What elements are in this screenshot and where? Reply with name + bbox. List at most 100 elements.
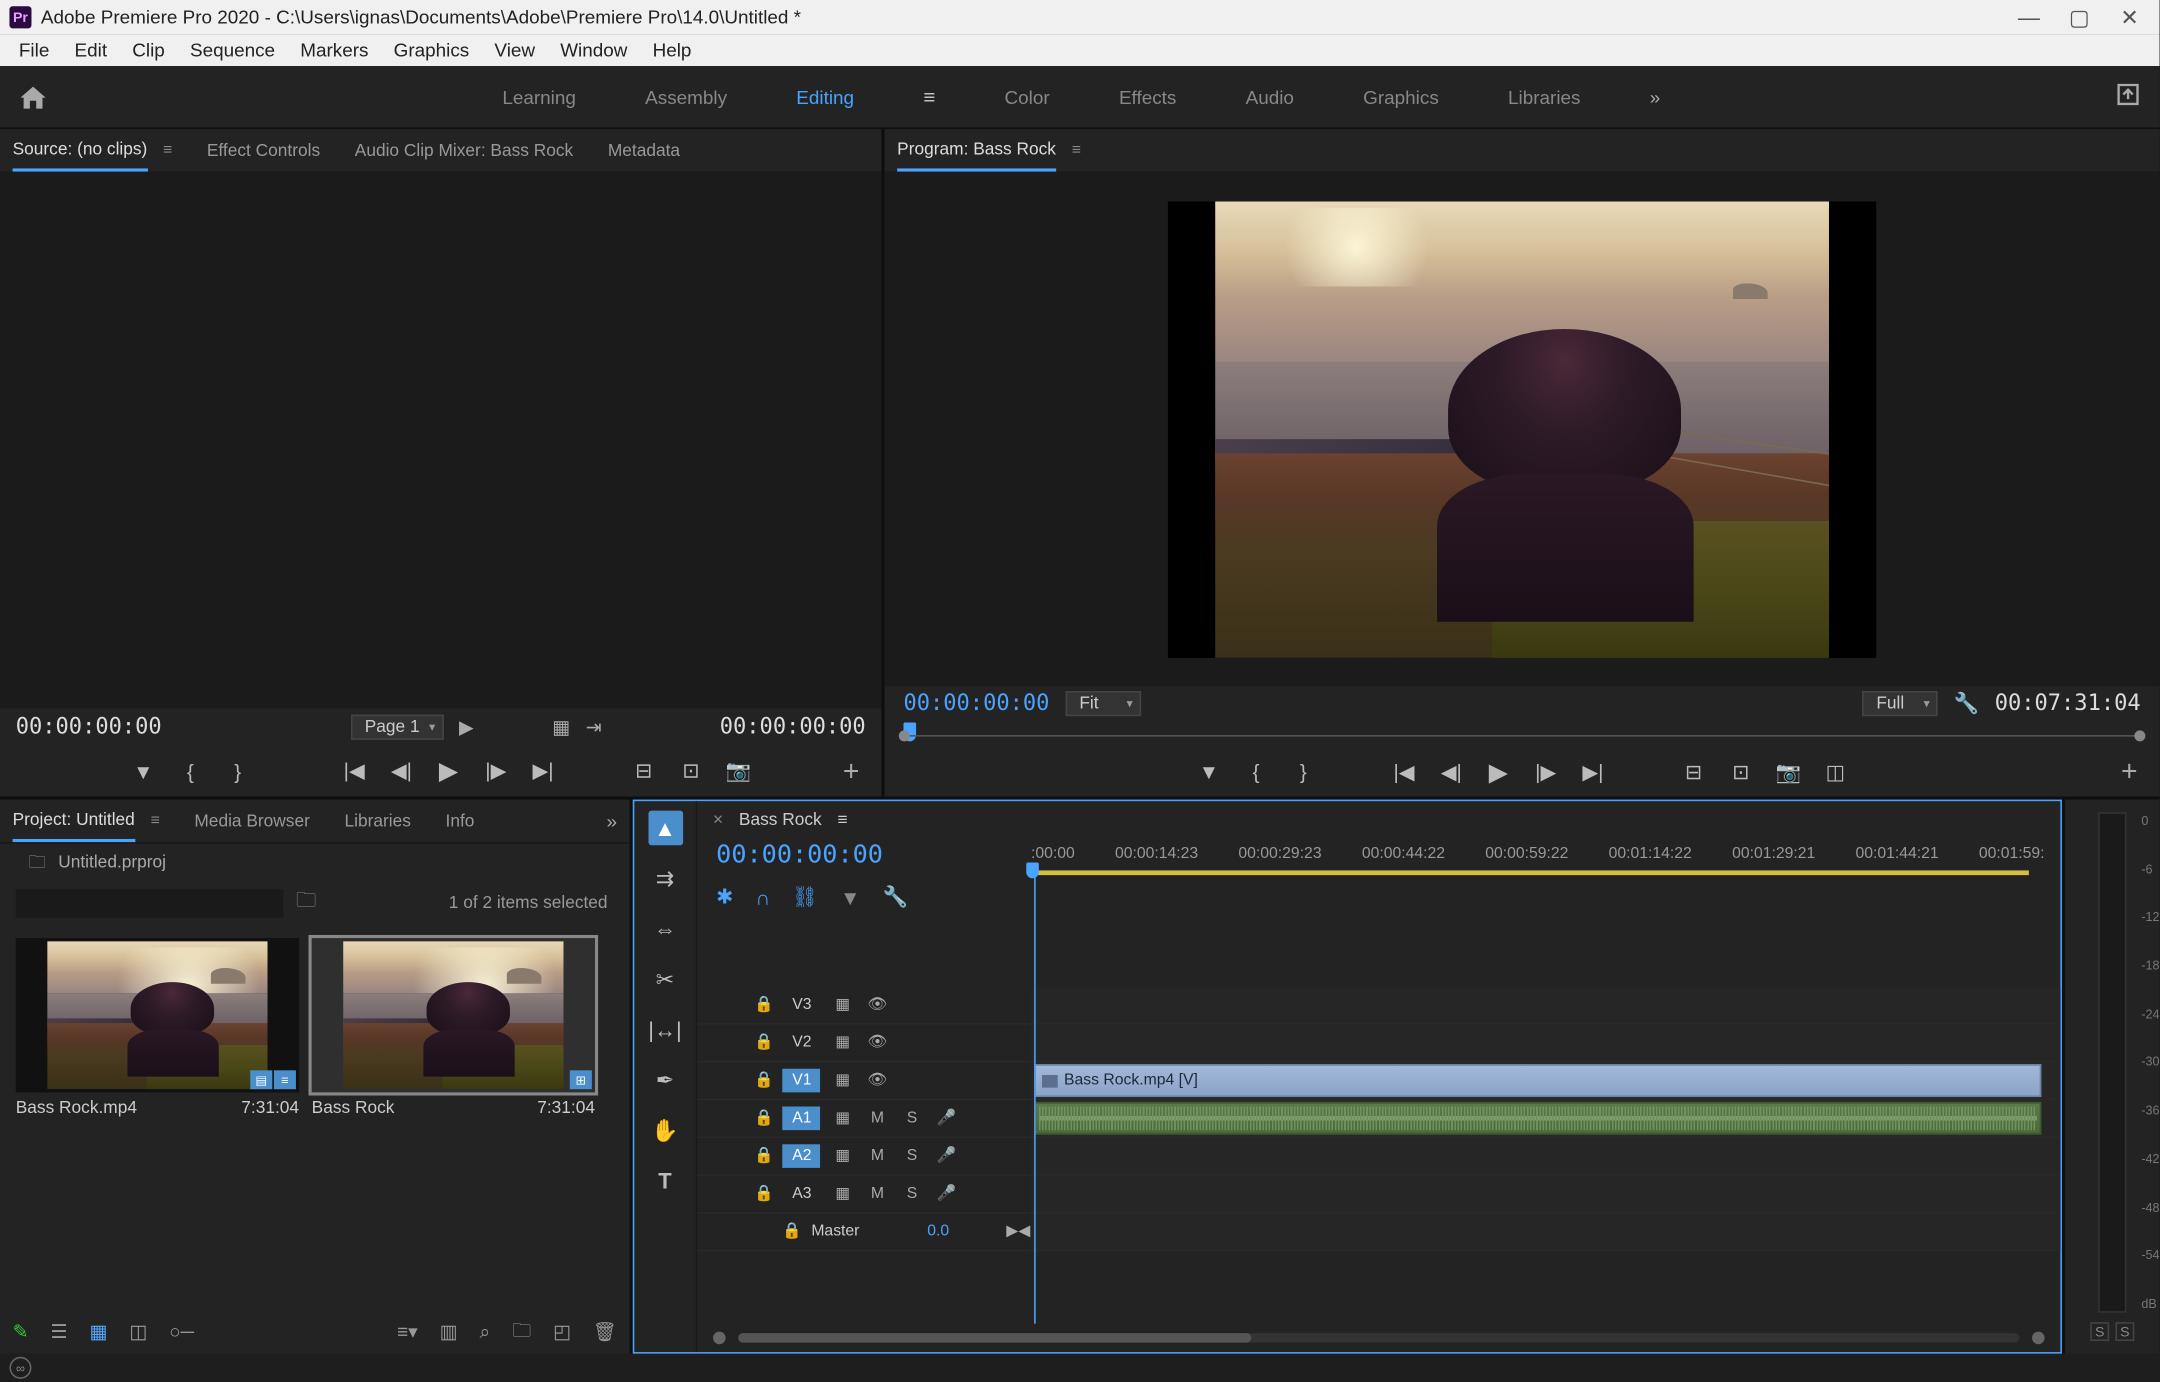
- button-editor-icon[interactable]: +: [843, 755, 860, 788]
- source-ripple-icon[interactable]: ⇥: [586, 716, 602, 738]
- workspace-graphics[interactable]: Graphics: [1363, 86, 1439, 108]
- mute-icon[interactable]: M: [865, 1147, 890, 1164]
- voiceover-icon[interactable]: 🎤: [934, 1110, 959, 1127]
- new-bin-footer-icon[interactable]: 🗀: [512, 1315, 531, 1348]
- solo-icon[interactable]: S: [899, 1110, 924, 1127]
- solo-icon[interactable]: S: [899, 1185, 924, 1202]
- menu-sequence[interactable]: Sequence: [177, 39, 287, 61]
- selection-tool-icon[interactable]: ▲: [648, 811, 683, 846]
- timeline-timecode[interactable]: 00:00:00:00: [716, 839, 1031, 869]
- work-area-bar[interactable]: [1034, 870, 2029, 875]
- workspace-effects[interactable]: Effects: [1119, 86, 1176, 108]
- mute-icon[interactable]: M: [865, 1185, 890, 1202]
- eye-icon[interactable]: 👁: [865, 996, 890, 1013]
- solo-right-button[interactable]: S: [2115, 1322, 2134, 1341]
- project-search-input[interactable]: [16, 889, 284, 917]
- workspace-libraries[interactable]: Libraries: [1508, 86, 1580, 108]
- track-header-v1[interactable]: 🔒V1▦👁: [697, 1062, 1031, 1100]
- overwrite-icon[interactable]: ⊡: [678, 759, 703, 784]
- audio-clip[interactable]: [1034, 1102, 2041, 1135]
- write-enable-icon[interactable]: ✎: [13, 1321, 29, 1343]
- source-page-dropdown[interactable]: Page 1: [351, 715, 444, 740]
- zoom-out-handle[interactable]: [713, 1332, 726, 1345]
- prog-comparison-icon[interactable]: ◫: [1823, 760, 1848, 785]
- media-browser-tab[interactable]: Media Browser: [194, 802, 309, 840]
- workspace-editing[interactable]: Editing: [796, 86, 854, 108]
- sync-lock-icon[interactable]: ▦: [830, 1034, 855, 1051]
- track-header-a2[interactable]: 🔒A2▦MS🎤: [697, 1138, 1031, 1176]
- sync-lock-icon[interactable]: ▦: [830, 1185, 855, 1202]
- list-view-icon[interactable]: ☰: [50, 1321, 67, 1343]
- solo-left-button[interactable]: S: [2090, 1322, 2109, 1341]
- insert-icon[interactable]: ⊟: [631, 759, 656, 784]
- menu-graphics[interactable]: Graphics: [381, 39, 482, 61]
- find-icon[interactable]: ⌕: [480, 1320, 491, 1344]
- eye-icon[interactable]: 👁: [865, 1034, 890, 1051]
- prog-export-frame-icon[interactable]: 📷: [1775, 760, 1800, 785]
- prog-step-forward-icon[interactable]: |▶: [1533, 760, 1558, 785]
- lock-icon[interactable]: 🔒: [754, 1110, 774, 1127]
- sync-lock-icon[interactable]: ▦: [830, 1147, 855, 1164]
- icon-view-icon[interactable]: ▦: [89, 1321, 107, 1343]
- track-lane-a2[interactable]: [1031, 1138, 2060, 1176]
- track-header-a3[interactable]: 🔒A3▦MS🎤: [697, 1176, 1031, 1214]
- workspace-color[interactable]: Color: [1005, 86, 1050, 108]
- track-header-master[interactable]: 🔒Master0.0▶◀: [697, 1214, 1031, 1252]
- prog-add-marker-icon[interactable]: ▼: [1196, 761, 1221, 785]
- add-marker-tl-icon[interactable]: ▼: [840, 885, 860, 909]
- source-tile-icon[interactable]: ▦: [552, 716, 570, 738]
- play-edit-icon[interactable]: ▶◀: [1006, 1223, 1031, 1240]
- solo-icon[interactable]: S: [899, 1147, 924, 1164]
- program-timecode-right[interactable]: 00:07:31:04: [1995, 692, 2141, 717]
- timeline-playhead-icon[interactable]: [1026, 863, 1039, 879]
- zoom-slider-icon[interactable]: ○─: [169, 1321, 194, 1343]
- mute-icon[interactable]: M: [865, 1110, 890, 1127]
- workspace-learning[interactable]: Learning: [502, 86, 576, 108]
- go-to-in-icon[interactable]: |◀: [342, 759, 367, 784]
- track-select-tool-icon[interactable]: ⇉: [648, 861, 683, 896]
- sort-icon[interactable]: ≡▾: [397, 1321, 418, 1343]
- lock-icon[interactable]: 🔒: [754, 1072, 774, 1089]
- video-clip[interactable]: Bass Rock.mp4 [V]: [1034, 1064, 2041, 1097]
- menu-window[interactable]: Window: [548, 39, 640, 61]
- track-header-a1[interactable]: 🔒A1▦MS🎤: [697, 1100, 1031, 1138]
- lock-icon[interactable]: 🔒: [754, 1034, 774, 1051]
- minimize-button[interactable]: —: [2018, 6, 2040, 28]
- program-tab-menu-icon[interactable]: ≡: [1072, 142, 1081, 159]
- delete-icon[interactable]: 🗑: [593, 1321, 617, 1343]
- lock-icon[interactable]: 🔒: [782, 1223, 802, 1240]
- settings-wrench-icon[interactable]: 🔧: [1953, 692, 1978, 717]
- source-play-small-icon[interactable]: ▶: [459, 716, 474, 738]
- creative-cloud-icon[interactable]: ∞: [9, 1357, 31, 1379]
- close-button[interactable]: ✕: [2119, 6, 2141, 28]
- new-item-icon[interactable]: ◰: [553, 1321, 571, 1343]
- timeline-zoom-scrollbar[interactable]: [738, 1333, 2019, 1342]
- prog-button-editor-icon[interactable]: +: [2121, 756, 2138, 789]
- sync-lock-icon[interactable]: ▦: [830, 996, 855, 1013]
- timeline-settings-icon[interactable]: 🔧: [882, 885, 907, 910]
- timeline-close-icon[interactable]: ×: [713, 811, 723, 830]
- lock-icon[interactable]: 🔒: [754, 1147, 774, 1164]
- source-tab-menu-icon[interactable]: ≡: [163, 142, 172, 159]
- snap-nest-icon[interactable]: ✱: [716, 885, 733, 910]
- prog-go-to-in-icon[interactable]: |◀: [1391, 760, 1416, 785]
- project-tab[interactable]: Project: Untitled: [13, 800, 135, 841]
- source-tab[interactable]: Source: (no clips): [13, 130, 148, 171]
- zoom-in-handle[interactable]: [2032, 1332, 2045, 1345]
- step-back-icon[interactable]: ◀|: [389, 759, 414, 784]
- workspace-overflow-icon[interactable]: »: [1650, 86, 1661, 108]
- export-frame-icon[interactable]: 📷: [726, 759, 751, 784]
- lock-icon[interactable]: 🔒: [754, 996, 774, 1013]
- workspace-audio[interactable]: Audio: [1246, 86, 1294, 108]
- prog-step-back-icon[interactable]: ◀|: [1439, 760, 1464, 785]
- track-lane-a3[interactable]: [1031, 1176, 2060, 1214]
- sync-lock-icon[interactable]: ▦: [830, 1110, 855, 1127]
- ripple-tool-icon[interactable]: ⇔: [648, 911, 683, 946]
- slip-tool-icon[interactable]: |↔|: [648, 1012, 683, 1047]
- menu-help[interactable]: Help: [640, 39, 704, 61]
- libraries-tab[interactable]: Libraries: [344, 802, 410, 840]
- project-bin-grid[interactable]: ▤≡ Bass Rock.mp47:31:04 ⊞ Bass Rock7:31:…: [0, 926, 630, 1310]
- program-viewport[interactable]: [885, 173, 2160, 686]
- step-forward-icon[interactable]: |▶: [483, 759, 508, 784]
- menu-markers[interactable]: Markers: [288, 39, 381, 61]
